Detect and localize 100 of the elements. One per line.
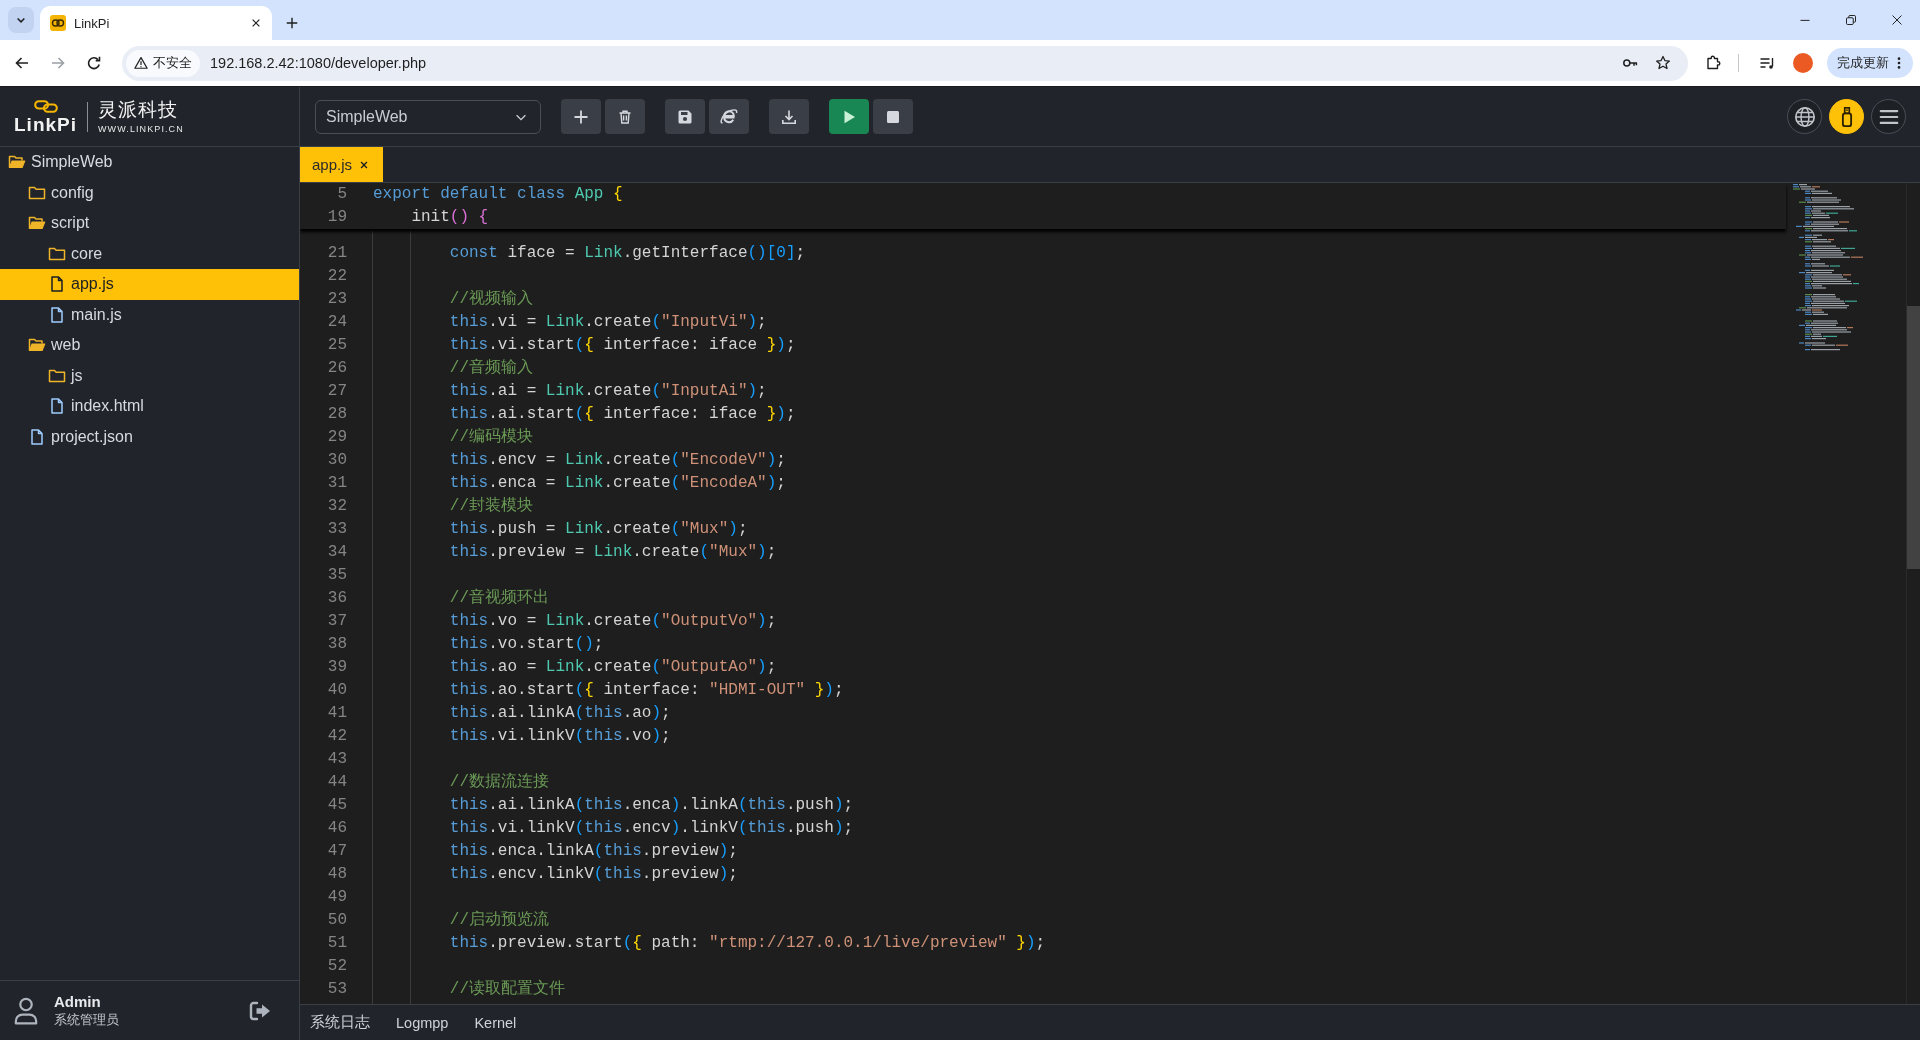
file-icon bbox=[48, 398, 66, 415]
usb-button[interactable] bbox=[1829, 99, 1864, 134]
url-text: 192.168.2.42:1080/developer.php bbox=[210, 55, 427, 71]
star-icon[interactable] bbox=[1655, 55, 1671, 71]
code-line: this.vi = Link.create("InputVi"); bbox=[449, 313, 767, 331]
line-number: 29 bbox=[327, 428, 347, 446]
user-role: 系统管理员 bbox=[54, 1011, 119, 1028]
line-number: 22 bbox=[327, 267, 347, 285]
code-line: this.ai.linkA(this.enca).linkA(this.push); bbox=[449, 796, 854, 814]
download-icon bbox=[781, 108, 797, 125]
line-number: 50 bbox=[327, 911, 347, 929]
reload-icon[interactable] bbox=[86, 55, 102, 71]
tree-item[interactable]: js bbox=[0, 360, 299, 391]
code-line: //启动预览流 bbox=[449, 911, 549, 929]
line-number: 26 bbox=[327, 359, 347, 377]
website-text: WWW.LINKPI.CN bbox=[98, 124, 184, 134]
line-number: 28 bbox=[327, 405, 347, 423]
line-number: 47 bbox=[327, 842, 347, 860]
close-icon[interactable] bbox=[359, 159, 370, 170]
line-number: 27 bbox=[327, 382, 347, 400]
code-line: this.vi.linkV(this.encv).linkV(this.push); bbox=[449, 819, 854, 837]
code-line: this.enca = Link.create("EncodeA"); bbox=[449, 474, 786, 492]
code-line: this.encv.linkV(this.preview); bbox=[449, 865, 738, 883]
menu-button[interactable] bbox=[1871, 99, 1906, 134]
line-number: 52 bbox=[327, 957, 347, 975]
profile-avatar-icon[interactable] bbox=[1793, 53, 1813, 73]
tree-item[interactable]: SimpleWeb bbox=[0, 147, 299, 178]
close-icon[interactable] bbox=[250, 17, 262, 29]
line-number: 53 bbox=[327, 980, 347, 998]
line-number: 37 bbox=[327, 612, 347, 630]
run-button[interactable] bbox=[829, 99, 869, 134]
tree-item[interactable]: script bbox=[0, 208, 299, 239]
line-number: 31 bbox=[327, 474, 347, 492]
code-line: //视频输入 bbox=[449, 290, 533, 308]
code-line: this.vo.start(); bbox=[449, 635, 604, 653]
line-number: 42 bbox=[327, 727, 347, 745]
code-line: //编码模块 bbox=[449, 428, 533, 446]
tree-item[interactable]: main.js bbox=[0, 299, 299, 330]
line-number: 24 bbox=[327, 313, 347, 331]
stop-square-icon bbox=[887, 110, 899, 123]
tree-item[interactable]: core bbox=[0, 238, 299, 269]
editor-tab[interactable]: app.js bbox=[300, 147, 383, 182]
security-chip[interactable]: 不安全 bbox=[126, 49, 200, 77]
code-line: export default class App { bbox=[373, 185, 623, 203]
project-select[interactable]: SimpleWeb bbox=[315, 99, 541, 134]
line-number: 38 bbox=[327, 635, 347, 653]
tree-item[interactable]: web bbox=[0, 330, 299, 361]
security-label: 不安全 bbox=[153, 54, 192, 72]
logout-icon[interactable] bbox=[249, 1000, 271, 1021]
panel-tab[interactable]: 系统日志 bbox=[310, 1013, 370, 1032]
media-list-icon[interactable] bbox=[1759, 55, 1775, 71]
code-line: this.vi.start({ interface: iface }); bbox=[449, 336, 796, 354]
line-number: 39 bbox=[327, 658, 347, 676]
company-name: 灵派科技 bbox=[98, 99, 179, 120]
close-icon[interactable] bbox=[1891, 14, 1903, 26]
save-button[interactable] bbox=[665, 99, 705, 134]
plus-icon[interactable] bbox=[285, 16, 299, 30]
line-number: 30 bbox=[327, 451, 347, 469]
tree-item[interactable]: index.html bbox=[0, 391, 299, 422]
tree-item[interactable]: config bbox=[0, 177, 299, 208]
add-button[interactable] bbox=[561, 99, 601, 134]
chain-link-icon bbox=[50, 15, 66, 31]
code-line: this.ai.start({ interface: iface }); bbox=[449, 405, 796, 423]
code-line: //读取配置文件 bbox=[449, 980, 565, 998]
puzzle-piece-icon[interactable] bbox=[1705, 55, 1721, 71]
browser-button[interactable] bbox=[709, 99, 749, 134]
delete-button[interactable] bbox=[605, 99, 645, 134]
line-number: 25 bbox=[327, 336, 347, 354]
update-button[interactable]: 完成更新 bbox=[1827, 48, 1913, 78]
code-line: init() { bbox=[411, 208, 489, 226]
stop-button[interactable] bbox=[873, 99, 913, 134]
code-line: //音视频环出 bbox=[449, 589, 549, 607]
panel-tab[interactable]: Kernel bbox=[474, 1014, 517, 1031]
panel-tab[interactable]: Logmpp bbox=[396, 1014, 449, 1031]
tree-item[interactable]: project.json bbox=[0, 421, 299, 452]
plus-icon bbox=[573, 108, 589, 125]
line-number: 48 bbox=[327, 865, 347, 883]
user-icon bbox=[14, 996, 38, 1025]
scrollbar-thumb[interactable] bbox=[1907, 306, 1920, 569]
line-number: 41 bbox=[327, 704, 347, 722]
user-name: Admin bbox=[54, 993, 102, 1011]
line-number: 23 bbox=[327, 290, 347, 308]
line-number: 46 bbox=[327, 819, 347, 837]
browser-tab[interactable]: LinkPi bbox=[40, 6, 272, 40]
tree-item[interactable]: app.js bbox=[0, 269, 299, 300]
line-number: 19 bbox=[327, 208, 347, 226]
e-with-ring-icon bbox=[719, 107, 739, 126]
back-arrow-icon[interactable] bbox=[14, 55, 30, 71]
address-bar[interactable]: 不安全 192.168.2.42:1080/developer.php bbox=[122, 45, 1688, 81]
line-number: 5 bbox=[337, 185, 347, 203]
language-button[interactable] bbox=[1787, 99, 1822, 134]
tab-search-button[interactable] bbox=[8, 7, 34, 33]
file-icon bbox=[48, 276, 66, 293]
download-button[interactable] bbox=[769, 99, 809, 134]
line-number: 34 bbox=[327, 543, 347, 561]
line-number: 40 bbox=[327, 681, 347, 699]
line-number: 44 bbox=[327, 773, 347, 791]
line-number: 33 bbox=[327, 520, 347, 538]
file-icon bbox=[48, 306, 66, 323]
restore-icon[interactable] bbox=[1845, 14, 1857, 26]
